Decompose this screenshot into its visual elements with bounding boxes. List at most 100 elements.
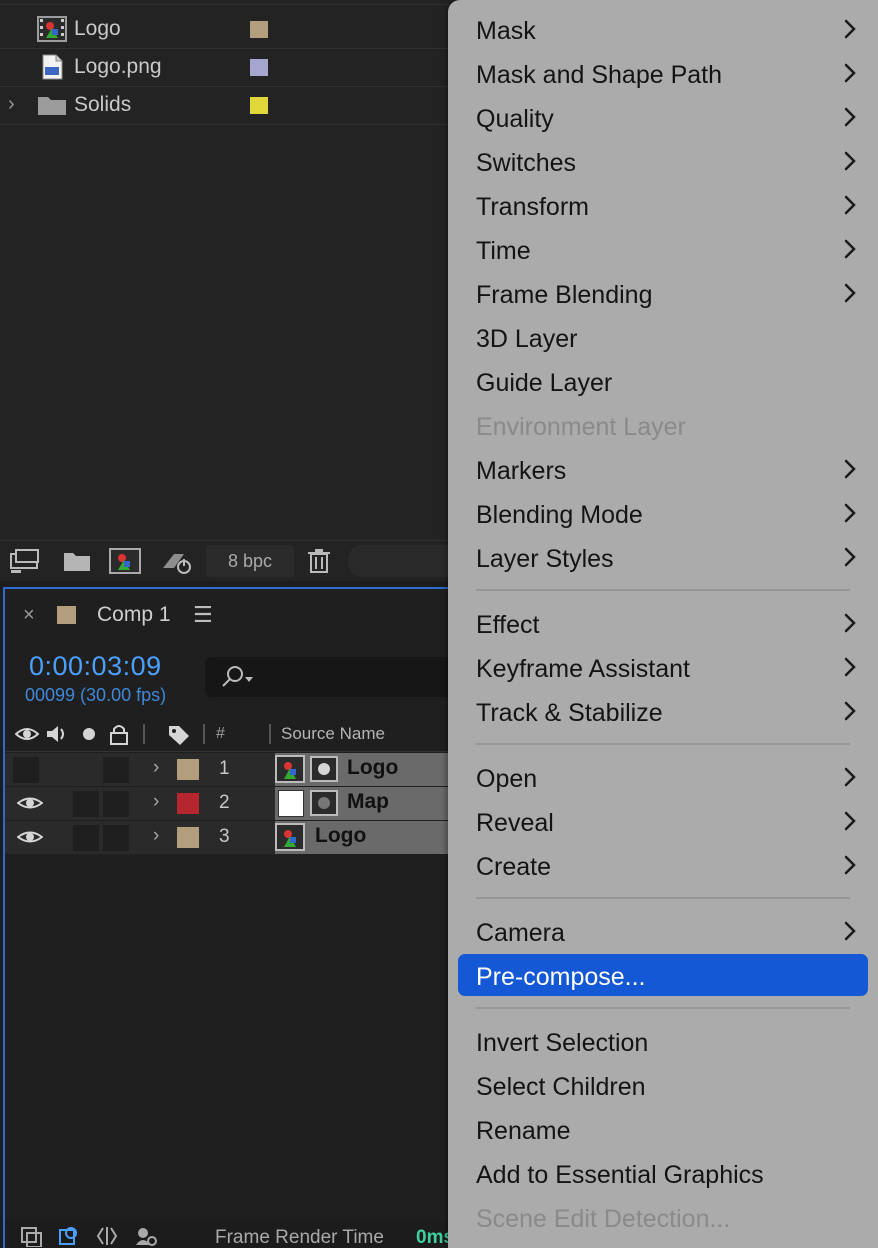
menu-item-label: Open: [476, 765, 538, 793]
menu-item-label: Rename: [476, 1117, 571, 1145]
menu-item-quality[interactable]: Quality: [458, 96, 868, 138]
menu-separator: [476, 589, 850, 591]
search-icon[interactable]: [219, 665, 257, 689]
label-color-swatch[interactable]: [250, 59, 268, 76]
solo-icon[interactable]: [77, 723, 101, 745]
chevron-right-icon[interactable]: ›: [8, 93, 15, 116]
menu-item-create[interactable]: Create: [458, 844, 868, 886]
render-time-icon[interactable]: [133, 1225, 157, 1247]
folder-icon: [38, 97, 66, 115]
png-file-icon: [42, 54, 63, 80]
lock-toggle[interactable]: [103, 757, 129, 783]
composition-icon: [275, 755, 305, 783]
menu-item-switches[interactable]: Switches: [458, 140, 868, 182]
chevron-right-icon[interactable]: ›: [153, 825, 159, 847]
menu-item-guide-layer[interactable]: Guide Layer: [458, 360, 868, 402]
layer-label-swatch[interactable]: [177, 759, 199, 780]
chevron-right-icon: [844, 701, 856, 721]
project-item-name: Logo: [74, 17, 121, 40]
menu-item-blending-mode[interactable]: Blending Mode: [458, 492, 868, 534]
chevron-right-icon[interactable]: ›: [153, 757, 159, 779]
menu-item-label: Blending Mode: [476, 501, 643, 529]
eye-icon[interactable]: [17, 792, 43, 814]
menu-item-open[interactable]: Open: [458, 756, 868, 798]
solid-color-icon: [278, 790, 304, 817]
column-divider[interactable]: [143, 724, 145, 744]
menu-item-scene-edit-detection: Scene Edit Detection...: [458, 1196, 868, 1238]
source-name-column[interactable]: Source Name: [281, 724, 385, 744]
menu-item-label: Frame Blending: [476, 281, 653, 309]
chevron-right-icon: [844, 63, 856, 83]
menu-item-pre-compose[interactable]: Pre-compose...: [458, 954, 868, 996]
menu-item-camera[interactable]: Camera: [458, 910, 868, 952]
menu-item-label: Track & Stabilize: [476, 699, 663, 727]
bit-depth-button[interactable]: 8 bpc: [206, 545, 294, 577]
eye-icon[interactable]: [17, 826, 43, 848]
solo-toggle[interactable]: [73, 791, 99, 817]
menu-item-rename[interactable]: Rename: [458, 1108, 868, 1150]
column-divider[interactable]: [269, 724, 271, 744]
speaker-icon[interactable]: [45, 723, 69, 745]
menu-item-label: Select Children: [476, 1073, 646, 1101]
layer-name[interactable]: Logo: [315, 824, 366, 848]
menu-item-label: Transform: [476, 193, 589, 221]
layer-number: 3: [219, 826, 230, 847]
label-color-swatch[interactable]: [250, 97, 268, 114]
menu-item-add-to-essential-graphics[interactable]: Add to Essential Graphics: [458, 1152, 868, 1194]
label-tag-icon[interactable]: [167, 723, 191, 745]
chevron-right-icon: [844, 503, 856, 523]
menu-item-label: Layer Styles: [476, 545, 614, 573]
solo-toggle[interactable]: [73, 825, 99, 851]
menu-item-select-children[interactable]: Select Children: [458, 1064, 868, 1106]
menu-item-mask-and-shape-path[interactable]: Mask and Shape Path: [458, 52, 868, 94]
layer-name[interactable]: Map: [347, 790, 389, 814]
menu-item-effect[interactable]: Effect: [458, 602, 868, 644]
menu-item-reveal[interactable]: Reveal: [458, 800, 868, 842]
column-divider[interactable]: [203, 724, 205, 744]
menu-item-keyframe-assistant[interactable]: Keyframe Assistant: [458, 646, 868, 688]
chevron-right-icon: [844, 657, 856, 677]
menu-item-label: Mask and Shape Path: [476, 61, 722, 89]
visibility-toggle[interactable]: [13, 757, 39, 783]
layer-label-swatch[interactable]: [177, 793, 199, 814]
menu-item-time[interactable]: Time: [458, 228, 868, 270]
menu-item-3d-layer[interactable]: 3D Layer: [458, 316, 868, 358]
layer-name[interactable]: Logo: [347, 756, 398, 780]
comp-tab-title[interactable]: Comp 1: [97, 603, 171, 627]
new-composition-icon[interactable]: [108, 546, 142, 576]
current-time-display[interactable]: 0:00:03:09: [29, 651, 162, 682]
layer-switches-icon[interactable]: [19, 1225, 43, 1247]
lock-toggle[interactable]: [103, 791, 129, 817]
menu-item-track-stabilize[interactable]: Track & Stabilize: [458, 690, 868, 732]
menu-item-mask[interactable]: Mask: [458, 8, 868, 50]
eye-icon[interactable]: [15, 723, 39, 745]
label-color-swatch[interactable]: [250, 21, 268, 38]
chevron-right-icon[interactable]: ›: [153, 791, 159, 813]
menu-item-layer-styles[interactable]: Layer Styles: [458, 536, 868, 578]
lock-toggle[interactable]: [103, 825, 129, 851]
project-item-name: Logo.png: [74, 55, 162, 78]
menu-item-transform[interactable]: Transform: [458, 184, 868, 226]
menu-separator: [476, 743, 850, 745]
new-folder-icon[interactable]: [60, 546, 94, 576]
panel-menu-icon[interactable]: ☰: [193, 602, 213, 628]
lock-icon[interactable]: [107, 723, 131, 745]
menu-item-label: Mask: [476, 17, 536, 45]
close-icon[interactable]: ×: [23, 604, 35, 627]
timeline-search-input[interactable]: [205, 657, 485, 697]
transfer-controls-icon[interactable]: [57, 1225, 81, 1247]
layer-number-column[interactable]: #: [216, 725, 225, 743]
menu-item-invert-selection[interactable]: Invert Selection: [458, 1020, 868, 1062]
collapse-transform-icon[interactable]: [309, 789, 339, 817]
collapse-transform-icon[interactable]: [309, 755, 339, 783]
trash-icon[interactable]: [302, 546, 336, 576]
layer-label-swatch[interactable]: [177, 827, 199, 848]
chevron-right-icon: [844, 767, 856, 787]
layer-number: 1: [219, 758, 230, 779]
menu-item-markers[interactable]: Markers: [458, 448, 868, 490]
menu-item-frame-blending[interactable]: Frame Blending: [458, 272, 868, 314]
render-queue-icon[interactable]: [160, 546, 194, 576]
menu-item-label: Quality: [476, 105, 554, 133]
in-out-icon[interactable]: [95, 1225, 119, 1247]
interpret-footage-icon[interactable]: [8, 546, 42, 576]
